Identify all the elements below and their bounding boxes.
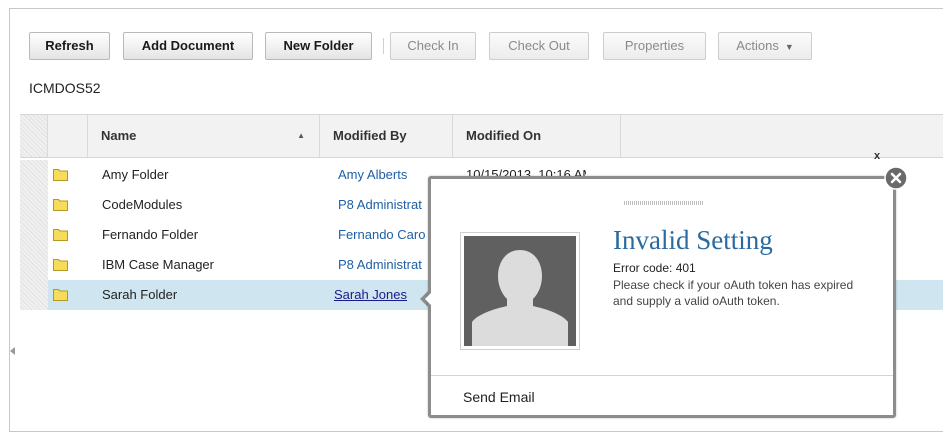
popup-pointer-inner	[425, 293, 431, 305]
add-document-button[interactable]: Add Document	[123, 32, 253, 60]
folder-icon	[53, 259, 68, 271]
folder-icon	[53, 169, 68, 181]
actions-button[interactable]: Actions ▼	[718, 32, 812, 60]
popup-title: Invalid Setting	[613, 225, 773, 255]
folder-icon	[53, 229, 68, 241]
avatar	[460, 232, 580, 350]
row-modified-by[interactable]: Fernando Caro	[338, 220, 430, 250]
row-handle[interactable]	[20, 250, 48, 280]
popup-drag-handle[interactable]	[624, 201, 704, 205]
error-message: Please check if your oAuth token has exp…	[613, 278, 854, 308]
dropdown-caret-icon: ▼	[784, 42, 794, 52]
header-icon-column	[48, 115, 88, 157]
row-name[interactable]: Fernando Folder	[102, 220, 312, 250]
toolbar-separator	[383, 38, 384, 54]
row-name[interactable]: Amy Folder	[102, 160, 312, 190]
folder-icon	[53, 199, 68, 211]
collapse-arrow-icon[interactable]	[10, 347, 15, 355]
check-out-button[interactable]: Check Out	[489, 32, 589, 60]
header-row-handle	[20, 115, 48, 157]
row-handle[interactable]	[20, 280, 48, 310]
error-code: Error code: 401	[613, 261, 696, 275]
column-header-modified-by[interactable]: Modified By	[320, 115, 453, 157]
popup-divider	[431, 375, 893, 376]
column-header-modified-on[interactable]: Modified On	[453, 115, 621, 157]
row-handle[interactable]	[20, 220, 48, 250]
row-modified-by[interactable]: P8 Administrat	[338, 250, 430, 280]
refresh-button[interactable]: Refresh	[29, 32, 110, 60]
repository-name: ICMDOS52	[29, 80, 101, 96]
user-card-popup: Invalid Setting Error code: 401 Please c…	[428, 176, 896, 418]
close-label: x	[874, 150, 881, 162]
row-modified-by[interactable]: P8 Administrat	[338, 190, 430, 220]
sort-ascending-icon: ▲	[297, 131, 305, 140]
close-icon[interactable]	[884, 166, 908, 190]
row-name[interactable]: Sarah Folder	[102, 280, 312, 310]
send-email-link[interactable]: Send Email	[463, 389, 535, 405]
row-name[interactable]: CodeModules	[102, 190, 312, 220]
row-modified-by[interactable]: Sarah Jones	[334, 280, 416, 310]
grid-header: Name ▲ Modified By Modified On	[20, 114, 943, 158]
row-name[interactable]: IBM Case Manager	[102, 250, 312, 280]
avatar-placeholder-icon	[464, 236, 576, 346]
new-folder-button[interactable]: New Folder	[265, 32, 372, 60]
row-modified-by[interactable]: Amy Alberts	[338, 160, 430, 190]
column-header-name-label: Name	[101, 128, 137, 143]
column-header-name[interactable]: Name ▲	[88, 115, 320, 157]
row-handle[interactable]	[20, 160, 48, 190]
check-in-button[interactable]: Check In	[390, 32, 476, 60]
actions-label: Actions	[736, 38, 779, 53]
properties-button[interactable]: Properties	[603, 32, 706, 60]
row-handle[interactable]	[20, 190, 48, 220]
folder-icon	[53, 289, 68, 301]
